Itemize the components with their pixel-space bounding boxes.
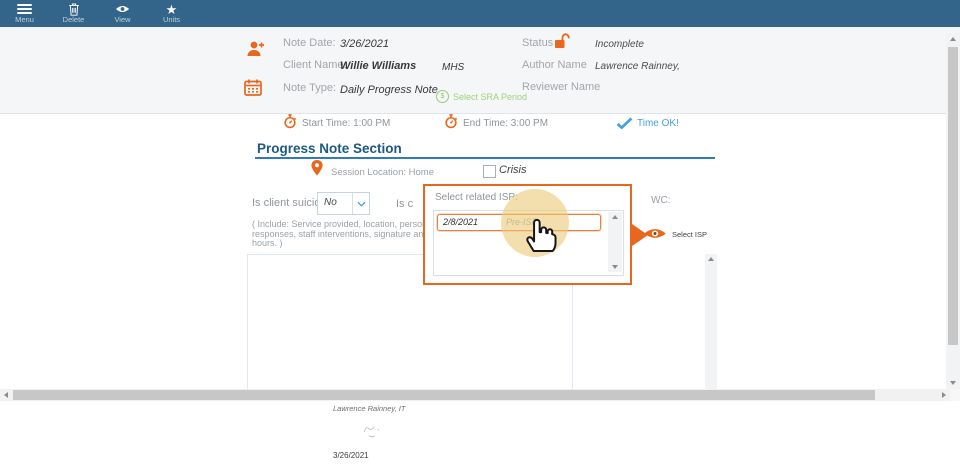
delete-button[interactable]: Delete [49,0,98,30]
checkmark-icon [616,116,633,134]
include-hint-text: ( Include: Service provided, location, p… [252,220,428,249]
suicidal-dropdown[interactable]: No [317,192,370,215]
location-pin-icon [311,160,323,181]
reviewer-name-label: Reviewer Name [522,81,600,93]
select-sra-period-label: Select SRA Period [453,92,527,102]
view-label: View [114,16,130,24]
view-button[interactable]: View [98,0,147,30]
listbox-scrollbar[interactable] [608,212,622,272]
wc-label: WC: [651,195,670,206]
crisis-checkbox[interactable] [483,165,496,178]
scroll-left-icon[interactable] [0,389,12,401]
horizontal-scrollbar[interactable] [0,389,960,401]
scroll-up-icon[interactable] [708,257,714,261]
include-line: hours. ) [252,239,428,249]
units-label: Units [163,16,180,24]
person-add-icon [246,40,266,63]
vertical-scrollbar[interactable] [946,33,960,389]
note-date-label: Note Date: [283,37,336,49]
menu-icon [17,3,32,15]
scroll-down-icon[interactable] [612,265,618,269]
start-time-stopwatch-icon [283,114,297,134]
note-type-label: Note Type: [283,82,336,94]
eye-icon [115,3,130,15]
footer-date-text: 3/26/2021 [333,451,369,460]
panel-scrollbar[interactable] [705,254,717,390]
note-type-value: Daily Progress Note [340,84,438,96]
clipped-question-label: Is c [396,198,413,210]
end-time-text: End Time: 3:00 PM [463,118,548,129]
status-value: Incomplete [595,39,644,50]
start-time-text: Start Time: 1:00 PM [302,118,390,129]
trash-icon [68,3,80,15]
select-sra-period-link[interactable]: $ Select SRA Period [436,90,527,103]
calendar-icon [244,79,262,101]
dollar-circle-icon: $ [436,90,449,103]
author-name-value: Lawrence Rainney, [595,61,680,72]
note-date-value: 3/26/2021 [340,38,389,50]
main-toolbar: Menu Delete View ★ Units [0,0,960,27]
client-name-value: Willie Williams [340,60,416,72]
hand-cursor-icon [521,213,557,258]
delete-label: Delete [63,16,85,24]
end-time-stopwatch-icon [444,114,458,134]
menu-button[interactable]: Menu [0,0,49,30]
scrollbar-corner [950,389,960,401]
time-ok-text: Time OK! [637,118,679,129]
section-title: Progress Note Section [257,141,402,156]
client-program-value: MHS [442,62,464,73]
client-name-label: Client Name: [283,59,347,71]
units-button[interactable]: ★ Units [147,0,196,30]
author-name-label: Author Name [522,59,587,71]
select-isp-label[interactable]: Select ISP [672,230,707,239]
signature-scribble [360,424,388,445]
vertical-scroll-thumb[interactable] [948,47,958,345]
scroll-right-icon[interactable] [938,389,950,401]
section-divider [255,157,715,159]
footer-author-text: Lawrence Rainney, IT [333,404,405,413]
scroll-up-icon[interactable] [946,33,960,45]
session-location-text: Session Location: Home [331,167,434,178]
scroll-down-icon[interactable] [946,377,960,389]
crisis-label: Crisis [499,164,527,176]
star-icon: ★ [166,3,178,15]
popup-pointer-arrow [632,224,648,246]
suicidal-dropdown-value: No [318,193,352,214]
scroll-up-icon[interactable] [612,215,618,219]
status-label: Status [522,37,553,49]
isp-item-date: 2/8/2021 [443,217,478,227]
progress-note-window: Menu Delete View ★ Units Note Date: 3/26… [0,0,960,469]
unlock-icon [553,33,570,54]
horizontal-scroll-thumb[interactable] [13,390,875,400]
popup-title: Select related ISP: [435,192,518,203]
chevron-down-icon [352,193,369,214]
menu-label: Menu [15,16,34,24]
